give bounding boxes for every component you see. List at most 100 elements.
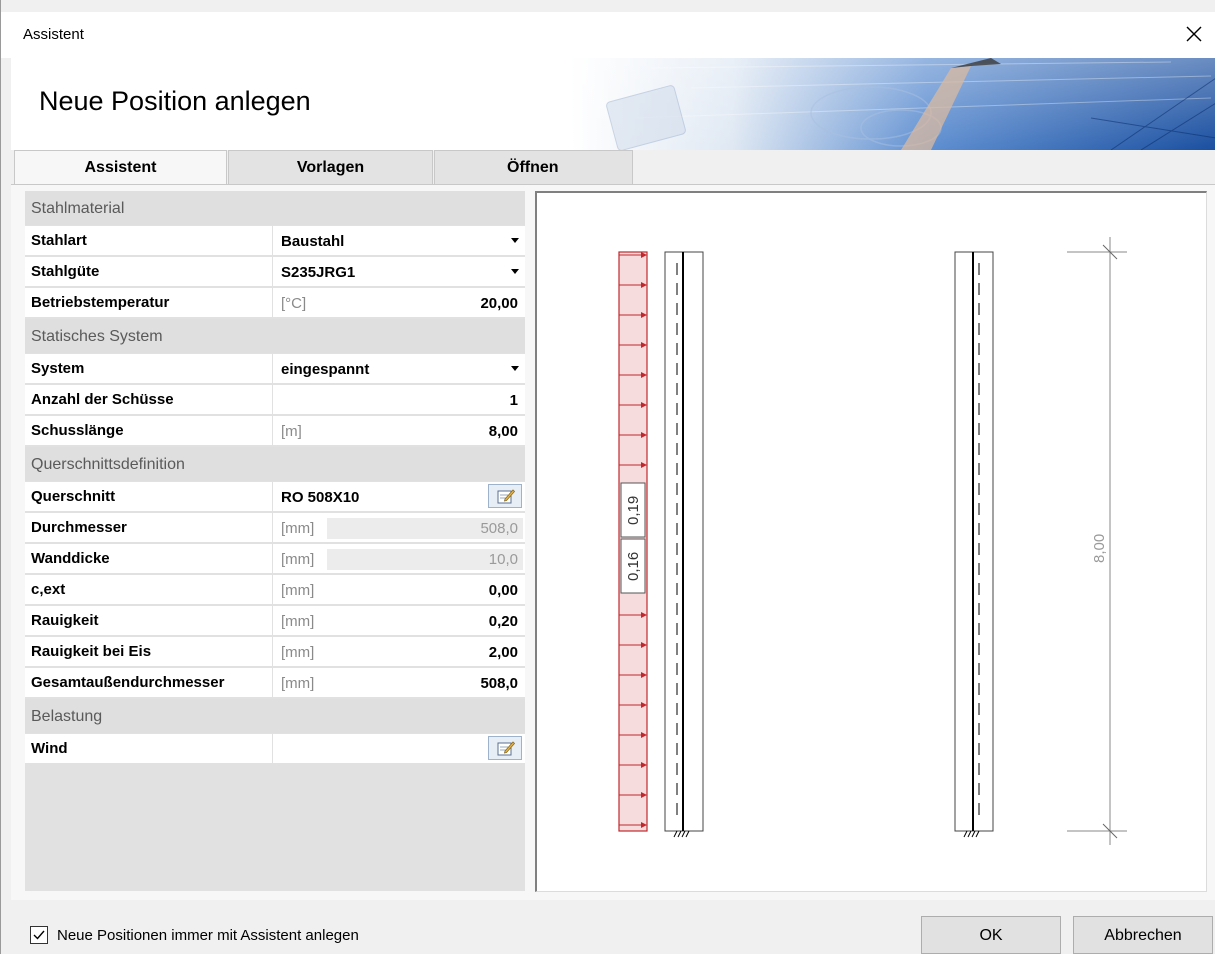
unit-label: [mm] (281, 520, 315, 537)
edit-querschnitt-button[interactable] (488, 484, 522, 508)
row-gesamtaussendurchmesser[interactable]: Gesamtaußendurchmesser [mm] 508,0 (25, 668, 525, 698)
section-belastung[interactable]: Belastung (25, 699, 525, 733)
close-icon (1186, 26, 1202, 42)
section-statisches-system[interactable]: Statisches System (25, 319, 525, 353)
tab-assistent[interactable]: Assistent (14, 150, 227, 185)
always-assistant-checkbox[interactable] (30, 926, 48, 944)
row-label: Rauigkeit (31, 612, 99, 629)
page-title: Neue Position anlegen (39, 86, 311, 116)
unit-label: [mm] (281, 613, 315, 630)
system-preview: 0,19 0,16 8,00 (535, 191, 1207, 892)
dropdown-arrow-icon[interactable] (511, 238, 519, 243)
stahlguete-value[interactable]: S235JRG1 (281, 264, 355, 281)
header-banner-image (571, 58, 1215, 150)
row-wind[interactable]: Wind (25, 734, 525, 764)
row-cext[interactable]: c,ext [mm] 0,00 (25, 575, 525, 605)
section-title: Querschnittsdefinition (31, 456, 185, 473)
betriebstemperatur-input[interactable]: 20,00 (480, 295, 518, 312)
row-label: Wanddicke (31, 550, 110, 567)
section-stahlmaterial[interactable]: Stahlmaterial (25, 191, 525, 225)
querschnitt-value[interactable]: RO 508X10 (281, 489, 359, 506)
row-anzahl-schuesse[interactable]: Anzahl der Schüsse 1 (25, 385, 525, 415)
column-divider (272, 482, 273, 512)
schusslaenge-input[interactable]: 8,00 (489, 423, 518, 440)
row-label: Stahlgüte (31, 263, 100, 280)
row-stahlguete[interactable]: Stahlgüte S235JRG1 (25, 257, 525, 287)
column-divider (272, 385, 273, 415)
tab-vorlagen[interactable]: Vorlagen (228, 150, 433, 184)
check-icon (33, 930, 45, 940)
column-divider (272, 288, 273, 318)
always-assistant-label: Neue Positionen immer mit Assistent anle… (57, 927, 359, 944)
support-hatch-left (673, 830, 690, 838)
unit-label: [mm] (281, 675, 315, 692)
column-divider (272, 734, 273, 764)
row-durchmesser[interactable]: Durchmesser [mm] 508,0 (25, 513, 525, 543)
row-label: Stahlart (31, 232, 87, 249)
column-divider (272, 257, 273, 287)
rauigkeit-input[interactable]: 0,20 (489, 613, 518, 630)
edit-wind-button[interactable] (488, 736, 522, 760)
system-value[interactable]: eingespannt (281, 361, 369, 378)
row-rauigkeit-eis[interactable]: Rauigkeit bei Eis [mm] 2,00 (25, 637, 525, 667)
column-divider (272, 544, 273, 574)
stahlart-value[interactable]: Baustahl (281, 233, 344, 250)
wanddicke-value: 10,0 (488, 551, 518, 568)
unit-label: [°C] (281, 295, 307, 312)
row-label: Durchmesser (31, 519, 127, 536)
support-hatch-right (963, 830, 980, 838)
close-button[interactable] (1178, 18, 1210, 50)
unit-label: [mm] (281, 582, 315, 599)
load-label-2: 0,16 (625, 552, 642, 581)
unit-label: [m] (281, 423, 302, 440)
assistant-dialog: Assistent Neue Position anlegen Assisten… (0, 0, 1215, 954)
row-label: Wind (31, 740, 68, 757)
tab-bar: Assistent Vorlagen Öffnen (14, 150, 1215, 185)
row-label: Querschnitt (31, 488, 116, 505)
column-divider (272, 637, 273, 667)
column-divider (272, 668, 273, 698)
wizard-header: Neue Position anlegen (11, 58, 1215, 150)
row-querschnitt[interactable]: Querschnitt RO 508X10 (25, 482, 525, 512)
row-label: c,ext (31, 581, 66, 598)
load-label-1: 0,19 (625, 496, 642, 525)
row-betriebstemperatur[interactable]: Betriebstemperatur [°C] 20,00 (25, 288, 525, 318)
section-title: Statisches System (31, 328, 163, 345)
ok-button[interactable]: OK (921, 916, 1061, 954)
dropdown-arrow-icon[interactable] (511, 269, 519, 274)
column-divider (272, 226, 273, 256)
unit-label: [mm] (281, 551, 315, 568)
column-divider (272, 575, 273, 605)
column-divider (272, 606, 273, 636)
cext-input[interactable]: 0,00 (489, 582, 518, 599)
row-wanddicke[interactable]: Wanddicke [mm] 10,0 (25, 544, 525, 574)
row-label: Schusslänge (31, 422, 124, 439)
edit-icon (497, 489, 515, 504)
section-title: Belastung (31, 708, 103, 725)
cancel-button[interactable]: Abbrechen (1073, 916, 1213, 954)
window-title: Assistent (23, 26, 84, 43)
column-divider (272, 416, 273, 446)
rauigkeit-eis-input[interactable]: 2,00 (489, 644, 518, 661)
property-grid: Stahlmaterial Stahlart Baustahl Stahlgüt… (25, 191, 525, 891)
tab-content: Stahlmaterial Stahlart Baustahl Stahlgüt… (11, 184, 1215, 900)
edit-icon (497, 741, 515, 756)
section-title: Stahlmaterial (31, 200, 125, 217)
row-label: Anzahl der Schüsse (31, 391, 174, 408)
row-label: System (31, 360, 85, 377)
row-stahlart[interactable]: Stahlart Baustahl (25, 226, 525, 256)
dialog-footer: Neue Positionen immer mit Assistent anle… (1, 900, 1215, 954)
column-divider (272, 513, 273, 543)
dimension-label: 8,00 (1091, 534, 1108, 563)
unit-label: [mm] (281, 644, 315, 661)
section-querschnittsdefinition[interactable]: Querschnittsdefinition (25, 447, 525, 481)
row-rauigkeit[interactable]: Rauigkeit [mm] 0,20 (25, 606, 525, 636)
tab-oeffnen[interactable]: Öffnen (434, 150, 633, 184)
row-system[interactable]: System eingespannt (25, 354, 525, 384)
title-bar: Assistent (1, 12, 1215, 58)
anzahl-input[interactable]: 1 (510, 392, 518, 409)
row-label: Rauigkeit bei Eis (31, 643, 152, 660)
row-schusslaenge[interactable]: Schusslänge [m] 8,00 (25, 416, 525, 446)
gesamtaussendurchmesser-input[interactable]: 508,0 (480, 675, 518, 692)
dropdown-arrow-icon[interactable] (511, 366, 519, 371)
